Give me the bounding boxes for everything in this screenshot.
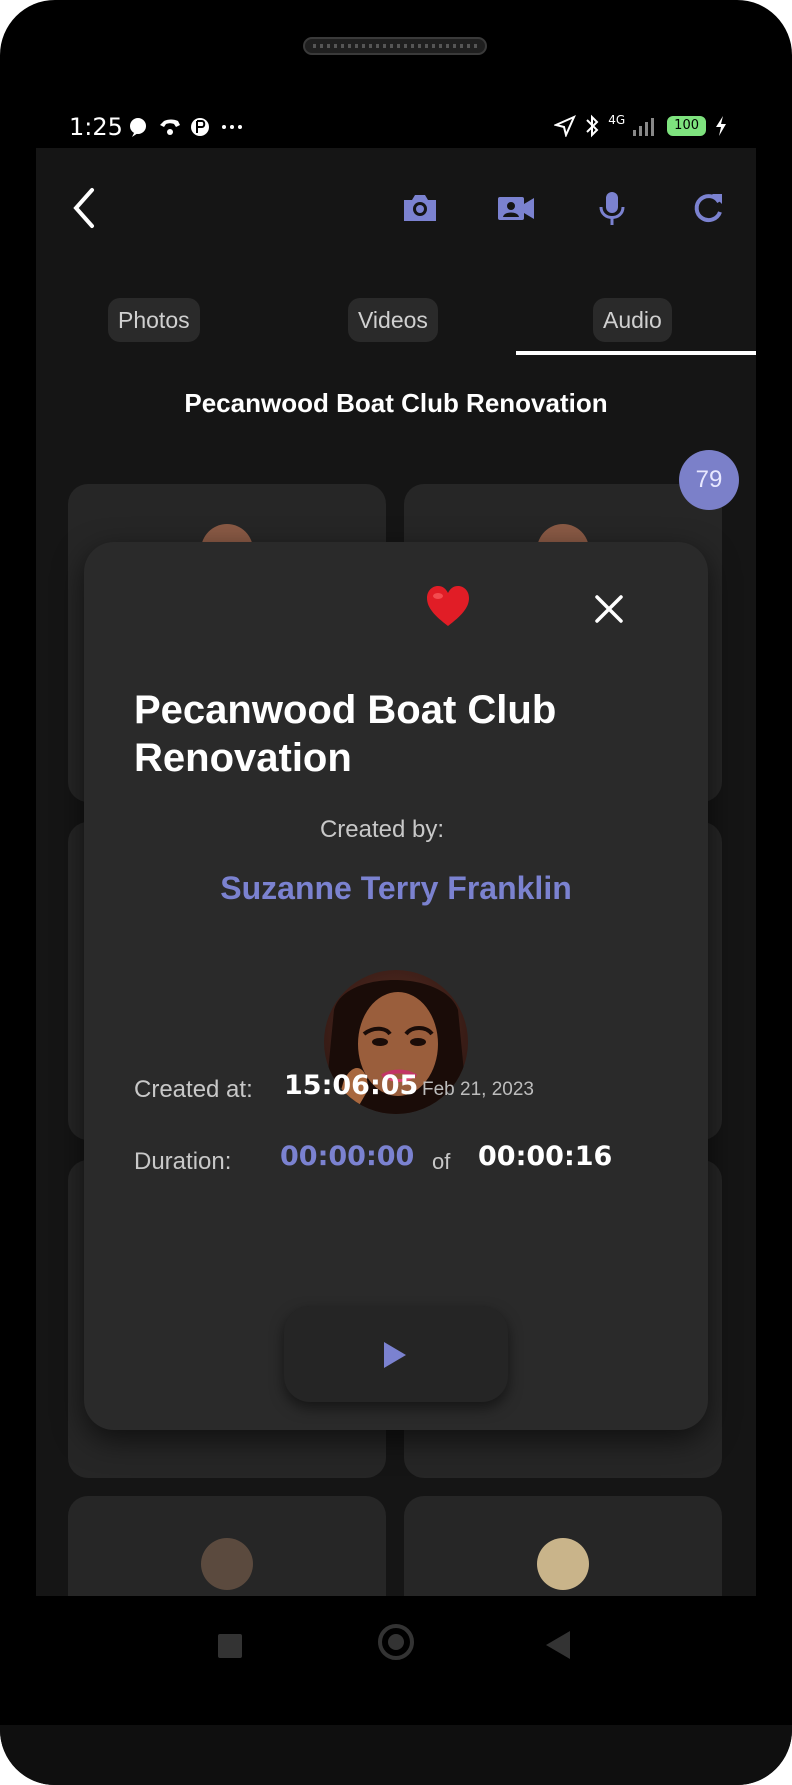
item-count-badge: 79	[679, 450, 739, 510]
top-toolbar	[36, 148, 756, 258]
bluetooth-icon	[586, 114, 599, 138]
card-avatar	[201, 1538, 253, 1590]
duration-current: 00:00:00	[280, 1141, 415, 1172]
microphone-icon	[599, 192, 625, 225]
camera-button[interactable]	[400, 188, 440, 228]
home-button[interactable]	[378, 1624, 414, 1660]
favorite-button[interactable]	[425, 584, 471, 628]
close-button[interactable]	[594, 594, 624, 624]
play-icon	[384, 1342, 406, 1368]
camera-icon	[404, 195, 436, 221]
created-by-label: Created by:	[319, 816, 445, 843]
duration-of-label: of	[432, 1149, 451, 1174]
tab-photos[interactable]: Photos	[108, 298, 200, 342]
tab-audio[interactable]: Audio	[593, 298, 672, 342]
phone-chin	[0, 1725, 792, 1785]
created-date: Feb 21, 2023	[422, 1079, 534, 1100]
card-avatar	[537, 1538, 589, 1590]
recent-apps-button[interactable]	[218, 1634, 242, 1658]
video-camera-icon	[498, 197, 534, 220]
app-screen: Photos Videos Audio Pecanwood Boat Club …	[36, 148, 756, 1596]
notification-icons	[128, 115, 248, 144]
creator-name[interactable]: Suzanne Terry Franklin	[84, 870, 708, 907]
created-time: 15:06:05	[284, 1070, 419, 1101]
close-icon	[595, 595, 623, 623]
duration-total: 00:00:16	[478, 1141, 613, 1172]
network-type: 4G	[608, 113, 626, 127]
status-time: 1:25	[69, 113, 123, 141]
battery-indicator: 100	[667, 116, 706, 136]
page-title: Pecanwood Boat Club Renovation	[184, 388, 608, 418]
phone-frame: 1:25 4G 100 Photos Videos Audio Pecanwoo…	[0, 0, 792, 1785]
modal-title: Pecanwood Boat Club Renovation	[134, 688, 557, 780]
media-card[interactable]	[68, 1496, 386, 1596]
charging-icon	[716, 116, 726, 136]
media-card[interactable]	[404, 1496, 722, 1596]
media-tabs: Photos Videos Audio	[36, 298, 756, 358]
system-status-icons: 4G 100	[554, 114, 728, 138]
video-button[interactable]	[496, 188, 536, 228]
back-button[interactable]	[62, 184, 110, 232]
back-icon	[73, 188, 94, 228]
signal-icon	[633, 118, 655, 136]
system-back-button[interactable]	[546, 1631, 570, 1659]
tab-videos[interactable]: Videos	[348, 298, 438, 342]
play-button[interactable]	[284, 1306, 508, 1402]
refresh-icon	[694, 194, 722, 223]
heart-icon	[427, 586, 469, 626]
status-bar: 1:25 4G 100	[36, 110, 756, 144]
audio-detail-modal: Pecanwood Boat Club Renovation Created b…	[84, 542, 708, 1430]
duration-label: Duration:	[134, 1148, 232, 1175]
created-at-label: Created at:	[134, 1076, 253, 1103]
active-tab-indicator	[516, 351, 756, 355]
microphone-button[interactable]	[592, 188, 632, 228]
location-icon	[554, 115, 577, 137]
earpiece-speaker	[303, 37, 487, 55]
android-nav-bar	[0, 1596, 792, 1716]
refresh-button[interactable]	[688, 188, 728, 228]
